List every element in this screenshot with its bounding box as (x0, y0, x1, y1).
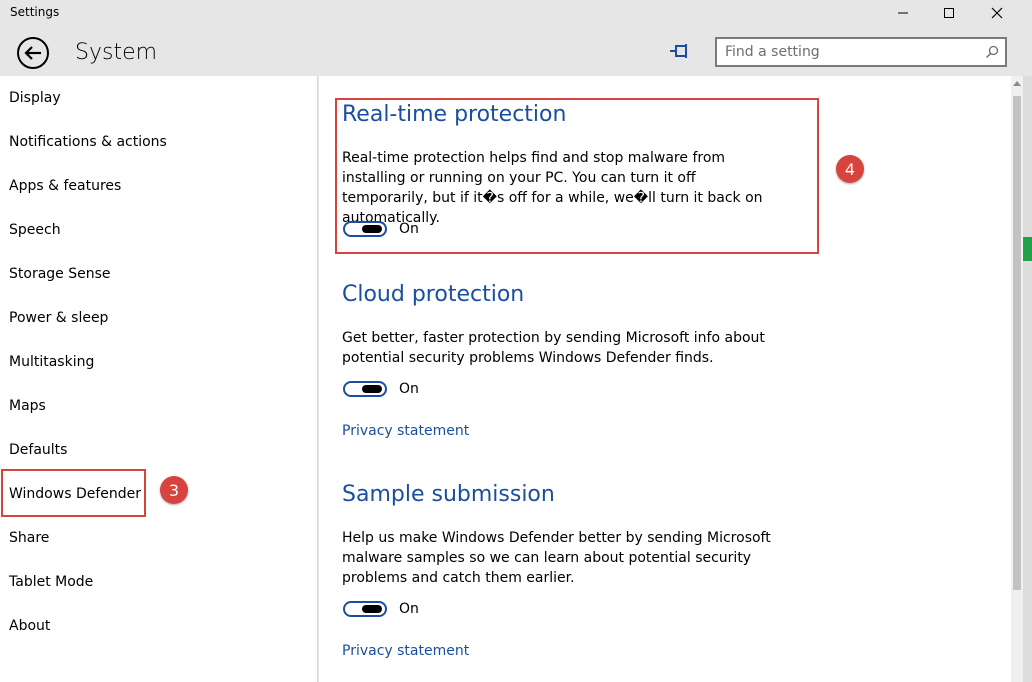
sample-submission-toggle[interactable] (343, 601, 387, 617)
sidebar-item-share[interactable]: Share (9, 530, 49, 546)
scrollbar-thumb[interactable] (1013, 96, 1021, 590)
scroll-up-arrow-icon[interactable] (1012, 79, 1022, 89)
sample-privacy-statement-link[interactable]: Privacy statement (342, 643, 469, 659)
sidebar-item-apps-features[interactable]: Apps & features (9, 178, 121, 194)
background-window-accent (1023, 237, 1032, 261)
title-bar: Settings (0, 0, 1032, 28)
window-title: Settings (10, 5, 60, 19)
sidebar-item-tablet-mode[interactable]: Tablet Mode (9, 574, 93, 590)
section-title-sample-submission: Sample submission (342, 482, 555, 507)
pin-icon (670, 44, 687, 58)
main-content: Real-time protection Real-time protectio… (319, 76, 1011, 682)
close-button[interactable] (974, 0, 1020, 26)
sidebar-item-defaults[interactable]: Defaults (9, 442, 67, 458)
back-button[interactable] (16, 36, 50, 70)
sidebar-item-display[interactable]: Display (9, 90, 61, 106)
vertical-scrollbar[interactable] (1011, 76, 1023, 682)
step-badge-4: 4 (836, 155, 864, 183)
sidebar-item-storage-sense[interactable]: Storage Sense (9, 266, 111, 282)
annotation-highlight-windows-defender (1, 469, 146, 517)
sample-submission-toggle-label: On (399, 601, 419, 617)
toggle-knob (362, 605, 382, 613)
maximize-icon (944, 8, 954, 18)
minimize-icon (898, 12, 908, 14)
sidebar-item-speech[interactable]: Speech (9, 222, 61, 238)
settings-header: System (0, 28, 1032, 76)
background-window-edge (1023, 76, 1032, 682)
close-icon (991, 7, 1003, 19)
cloud-protection-toggle-label: On (399, 381, 419, 397)
sidebar-nav: Display Notifications & actions Apps & f… (0, 76, 318, 682)
sidebar-item-multitasking[interactable]: Multitasking (9, 354, 94, 370)
search-input[interactable] (717, 39, 967, 65)
section-title-cloud-protection: Cloud protection (342, 282, 525, 307)
minimize-button[interactable] (880, 0, 926, 26)
page-title: System (75, 40, 158, 65)
cloud-privacy-statement-link[interactable]: Privacy statement (342, 423, 469, 439)
annotation-highlight-real-time-protection (335, 98, 819, 254)
sidebar-item-maps[interactable]: Maps (9, 398, 46, 414)
step-badge-3: 3 (160, 476, 188, 504)
cloud-protection-toggle[interactable] (343, 381, 387, 397)
sidebar-item-power-sleep[interactable]: Power & sleep (9, 310, 108, 326)
section-description-cloud-protection: Get better, faster protection by sending… (342, 330, 765, 366)
toggle-knob (362, 385, 382, 393)
pin-to-start-button[interactable] (668, 42, 692, 60)
back-arrow-icon (17, 37, 49, 69)
sidebar-item-about[interactable]: About (9, 618, 50, 634)
maximize-button[interactable] (926, 0, 972, 26)
search-icon[interactable] (985, 45, 999, 59)
search-box[interactable] (715, 37, 1007, 67)
section-description-sample-submission: Help us make Windows Defender better by … (342, 530, 771, 586)
sidebar-item-notifications[interactable]: Notifications & actions (9, 134, 167, 150)
